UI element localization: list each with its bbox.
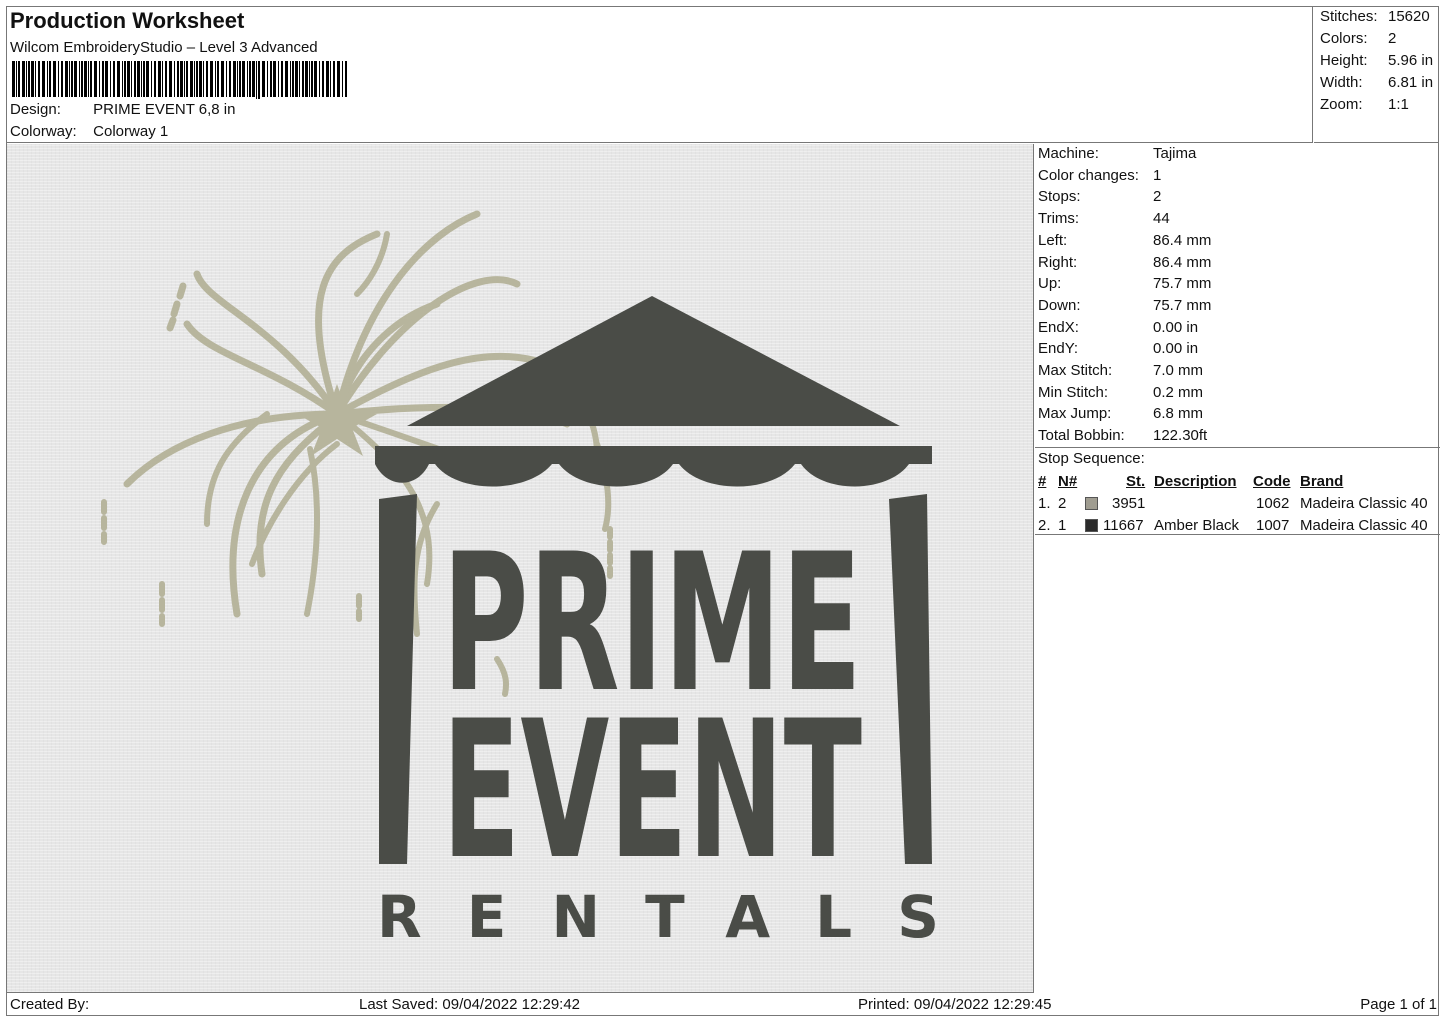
col-code: Code xyxy=(1253,473,1291,490)
row-brand: Madeira Classic 40 xyxy=(1300,495,1428,512)
machine-info-label: EndX: xyxy=(1038,318,1079,336)
design-row: Design: PRIME EVENT 6,8 in xyxy=(10,101,235,118)
machine-info-label: Color changes: xyxy=(1038,166,1139,184)
machine-info-row: Stops: 2 xyxy=(1038,188,1161,205)
embroidery-design-image: PRIME EVENT RENTALS xyxy=(101,210,939,951)
created-by: Created By: xyxy=(10,996,90,1013)
zoom-label: Zoom: xyxy=(1320,96,1363,113)
machine-info-label: Machine: xyxy=(1038,145,1099,162)
barcode-image xyxy=(12,61,347,99)
machine-info-row: Min Stitch: 0.2 mm xyxy=(1038,384,1203,401)
machine-info-label: Stops: xyxy=(1038,188,1081,206)
row-code: 1062 xyxy=(1256,495,1290,512)
stop-sequence-label: Stop Sequence: xyxy=(1038,450,1145,467)
machine-info-value: 122.30ft xyxy=(1153,427,1208,445)
machine-info-row: Max Jump: 6.8 mm xyxy=(1038,405,1203,422)
machine-info-value: 2 xyxy=(1153,188,1162,206)
zoom-row: Zoom: 1:1 xyxy=(1320,96,1409,113)
worksheet-header: Production Worksheet Wilcom EmbroiderySt… xyxy=(7,7,1313,143)
machine-info-label: Right: xyxy=(1038,253,1078,271)
machine-info-row: EndX: 0.00 in xyxy=(1038,319,1198,336)
machine-info-value: 0.2 mm xyxy=(1153,383,1204,401)
machine-info-label: Up: xyxy=(1038,275,1062,293)
machine-info-value: 0.00 in xyxy=(1153,340,1199,358)
row-n: 2 xyxy=(1058,495,1067,512)
colorway-row: Colorway: Colorway 1 xyxy=(10,123,168,140)
last-saved: Last Saved: 09/04/2022 12:29:42 xyxy=(359,996,581,1013)
col-brand: Brand xyxy=(1300,473,1344,490)
machine-info-row: Up: 75.7 mm xyxy=(1038,275,1211,292)
design-value: PRIME EVENT 6,8 in xyxy=(93,101,236,118)
machine-info-row: Trims: 44 xyxy=(1038,210,1170,227)
width-row: Width: 6.81 in xyxy=(1320,74,1433,91)
machine-info-label: Min Stitch: xyxy=(1038,383,1109,401)
machine-info-row: Right: 86.4 mm xyxy=(1038,254,1211,271)
col-stitches: St. xyxy=(1126,473,1146,490)
zoom-value: 1:1 xyxy=(1388,96,1409,113)
row-stitches: 3951 xyxy=(1112,495,1146,512)
machine-info-value: 75.7 mm xyxy=(1153,275,1212,293)
design-line2: EVENT xyxy=(442,680,862,901)
row-stitches: 11667 xyxy=(1103,517,1144,534)
thread-swatch xyxy=(1085,497,1098,510)
height-label: Height: xyxy=(1320,52,1368,69)
col-n: N# xyxy=(1058,473,1078,490)
design-preview: PRIME EVENT RENTALS xyxy=(7,144,1034,993)
stitches-label: Stitches: xyxy=(1320,8,1378,25)
machine-info-row: Max Stitch: 7.0 mm xyxy=(1038,362,1203,379)
height-row: Height: 5.96 in xyxy=(1320,52,1433,69)
machine-info-value: 6.8 mm xyxy=(1153,405,1204,423)
colorway-label: Colorway: xyxy=(10,123,77,140)
design-summary: Stitches: 15620 Colors: 2 Height: 5.96 in W… xyxy=(1314,7,1439,143)
colors-row: Colors: 2 xyxy=(1320,30,1396,47)
colorway-value: Colorway 1 xyxy=(93,123,169,140)
colors-label: Colors: xyxy=(1320,30,1368,47)
width-label: Width: xyxy=(1320,74,1363,91)
stitches-value: 15620 xyxy=(1388,8,1430,25)
row-num: 2. xyxy=(1038,517,1051,534)
row-num: 1. xyxy=(1038,495,1051,512)
machine-info-value: 44 xyxy=(1153,210,1170,228)
row-description: Amber Black xyxy=(1154,517,1240,534)
width-value: 6.81 in xyxy=(1388,74,1434,91)
worksheet-frame: Production Worksheet Wilcom EmbroiderySt… xyxy=(6,6,1440,1016)
machine-info-value: 86.4 mm xyxy=(1153,253,1212,271)
colors-value: 2 xyxy=(1388,30,1397,47)
machine-info-value: 7.0 mm xyxy=(1153,362,1204,379)
stitches-row: Stitches: 15620 xyxy=(1320,8,1430,25)
machine-info-row: Color changes: 1 xyxy=(1038,167,1161,184)
thread-swatch xyxy=(1085,519,1098,532)
worksheet-footer: Created By: Last Saved: 09/04/2022 12:29… xyxy=(7,994,1440,1016)
machine-info-label: Max Jump: xyxy=(1038,405,1112,423)
machine-info-value: 86.4 mm xyxy=(1153,231,1212,249)
machine-info-row: Down: 75.7 mm xyxy=(1038,297,1211,314)
row-code: 1007 xyxy=(1256,517,1290,534)
row-brand: Madeira Classic 40 xyxy=(1300,517,1428,534)
machine-info-label: Trims: xyxy=(1038,210,1080,228)
machine-info-label: EndY: xyxy=(1038,340,1079,358)
machine-info-label: Total Bobbin: xyxy=(1038,427,1125,445)
software-name: Wilcom EmbroideryStudio – Level 3 Advanc… xyxy=(10,39,318,56)
machine-info-row: Machine: Tajima xyxy=(1038,145,1196,162)
machine-info-value: 1 xyxy=(1153,166,1162,184)
printed-date: Printed: 09/04/2022 12:29:45 xyxy=(858,996,1052,1013)
machine-info-row: Total Bobbin: 122.30ft xyxy=(1038,427,1207,444)
machine-info-value: 75.7 mm xyxy=(1153,296,1212,314)
machine-info-value: 0.00 in xyxy=(1153,318,1199,336)
stop-sequence-table: Stop Sequence: # N# St. Description Code… xyxy=(1035,447,1440,535)
height-value: 5.96 in xyxy=(1388,52,1434,69)
col-num: # xyxy=(1038,473,1047,490)
machine-info-row: EndY: 0.00 in xyxy=(1038,340,1198,357)
machine-info-label: Left: xyxy=(1038,231,1068,249)
page-number: Page 1 of 1 xyxy=(1360,996,1437,1013)
col-description: Description xyxy=(1154,473,1237,490)
page-title: Production Worksheet xyxy=(10,8,245,33)
machine-info-value: Tajima xyxy=(1153,145,1197,162)
machine-info-row: Left: 86.4 mm xyxy=(1038,232,1211,249)
design-label: Design: xyxy=(10,101,61,118)
row-n: 1 xyxy=(1058,517,1067,534)
machine-info-label: Down: xyxy=(1038,296,1081,314)
machine-info-label: Max Stitch: xyxy=(1038,362,1113,379)
